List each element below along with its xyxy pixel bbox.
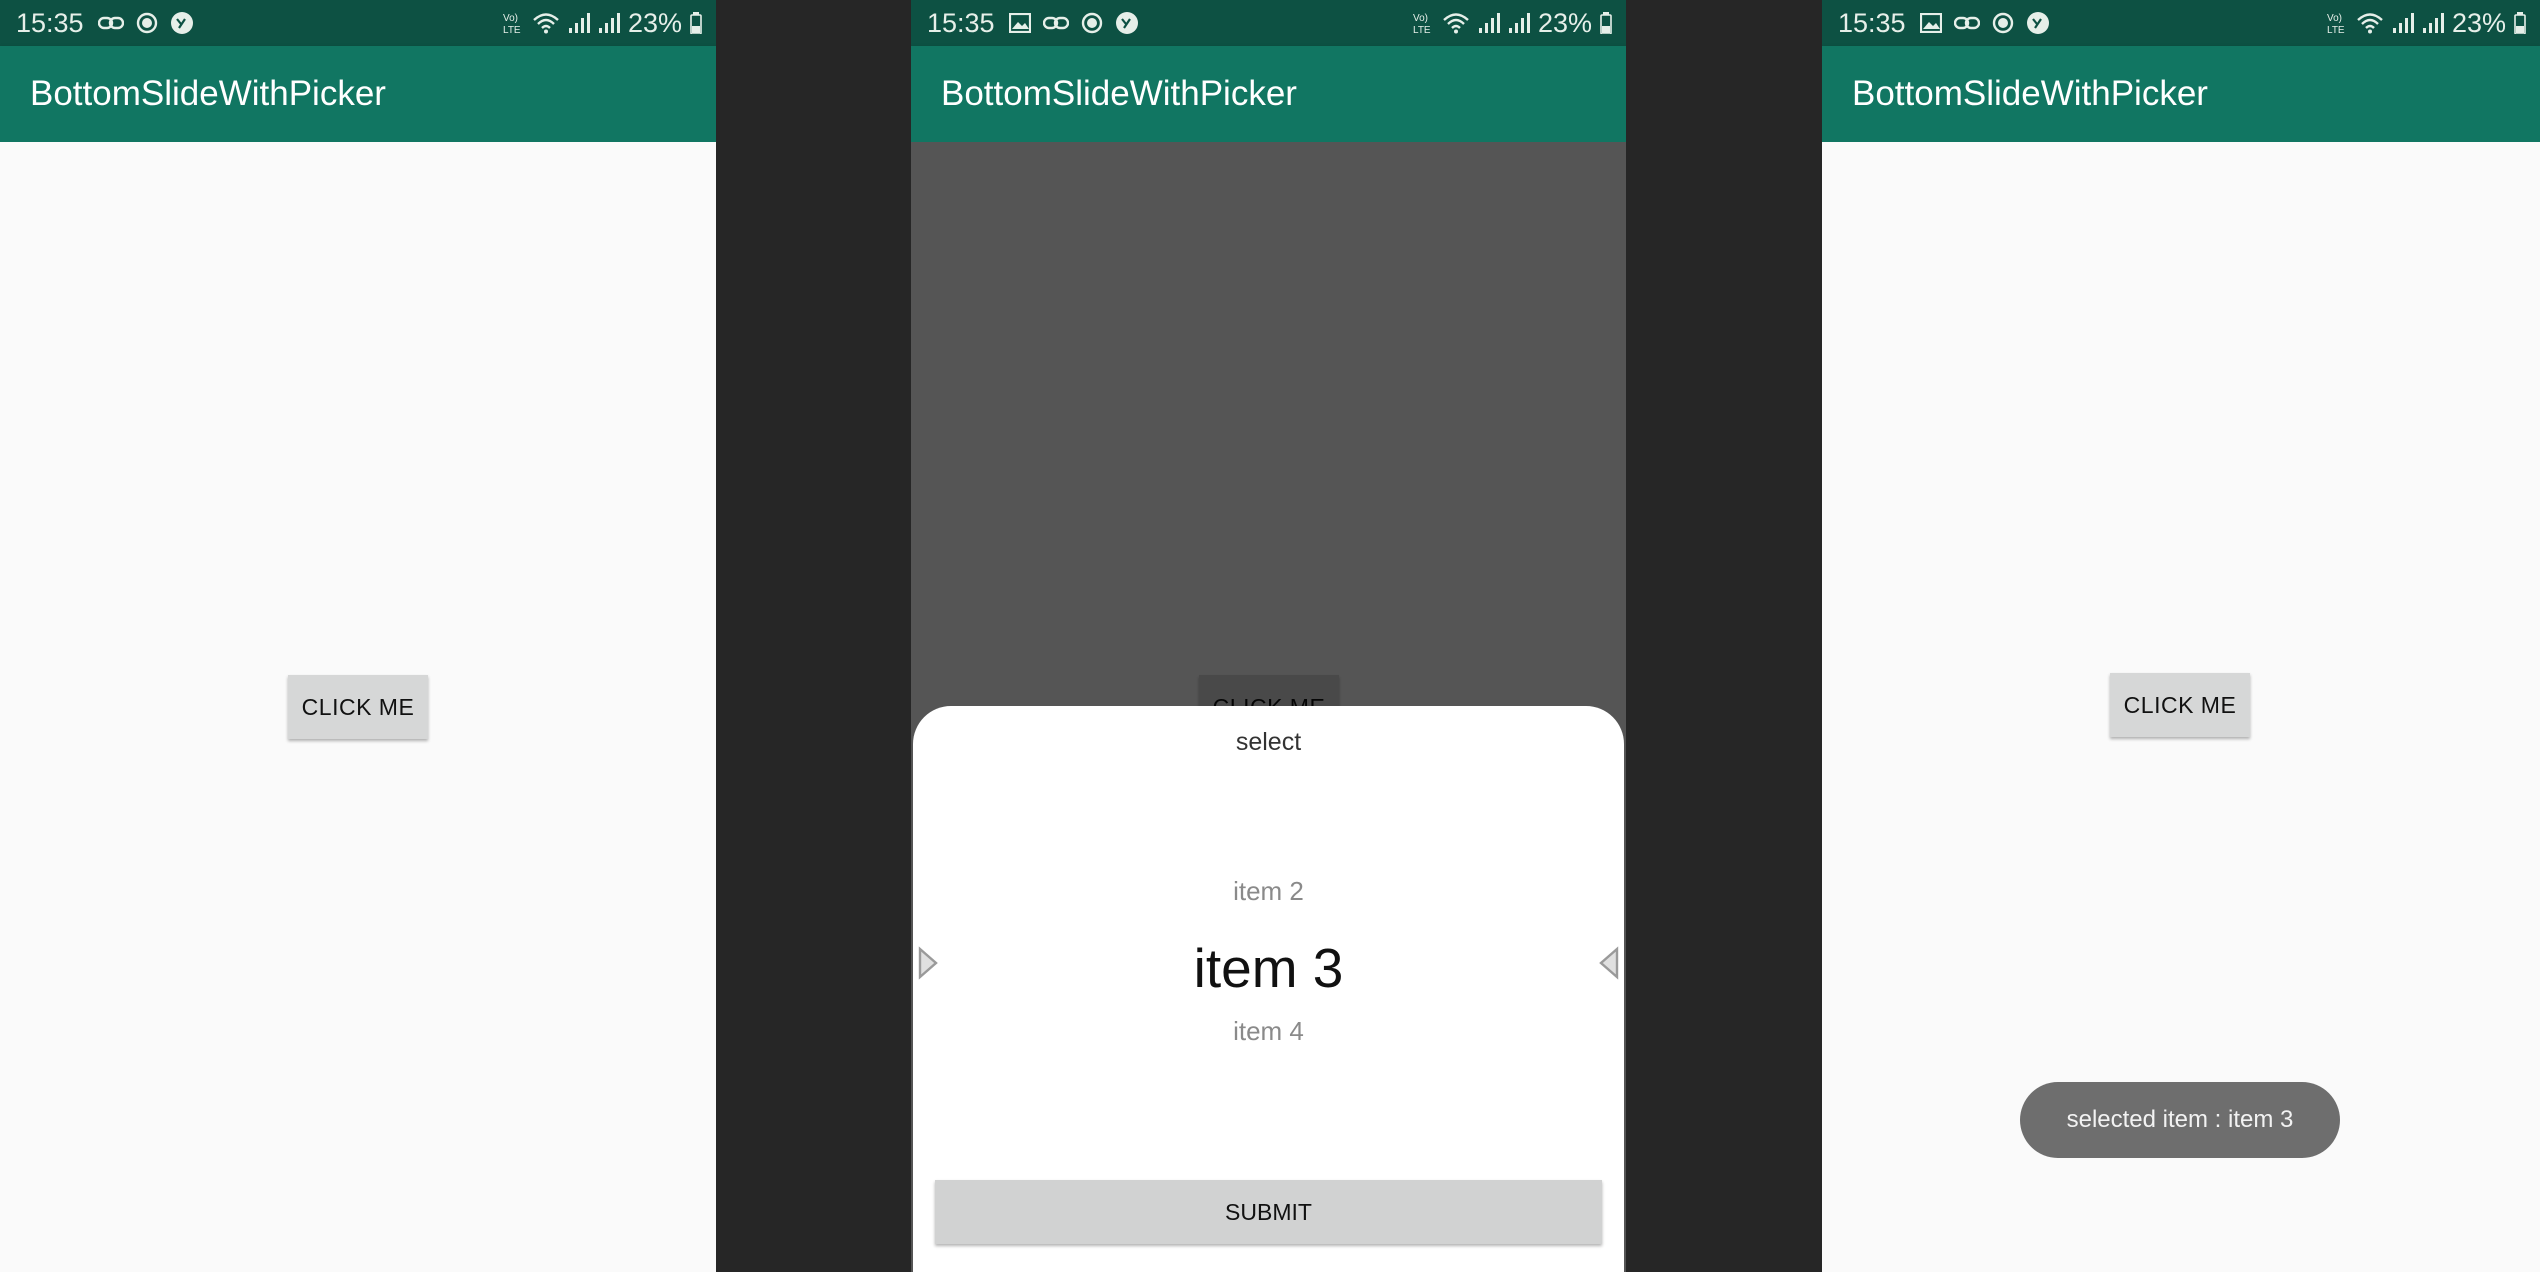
- picker-item-selected[interactable]: item 3: [913, 936, 1624, 1000]
- app-bar: BottomSlideWithPicker: [0, 46, 716, 142]
- wifi-icon: [532, 12, 560, 34]
- screen-bottom-sheet: 15:35 Vo) LTE 23% BottomSlideWithPicker …: [911, 0, 1626, 1272]
- volte-icon: Vo) LTE: [502, 11, 524, 35]
- image-icon: [1008, 13, 1031, 33]
- signal-icon-sim2: [598, 13, 620, 33]
- svg-text:Vo): Vo): [2327, 13, 2342, 24]
- submit-button[interactable]: SUBMIT: [935, 1180, 1602, 1244]
- bottom-sheet: select item 2 item 3 item 4 SUBMIT: [913, 706, 1624, 1272]
- sheet-title: select: [1235, 728, 1302, 756]
- app-title: BottomSlideWithPicker: [1852, 74, 2208, 113]
- link-icon: [1953, 16, 1980, 30]
- main-content: CLICK ME: [0, 142, 716, 1272]
- link-icon: [1042, 16, 1069, 30]
- app-title: BottomSlideWithPicker: [30, 74, 386, 113]
- battery-charging-icon: [1600, 12, 1612, 34]
- status-time: 15:35: [16, 7, 84, 38]
- signal-icon-sim1: [1478, 13, 1500, 33]
- svg-text:LTE: LTE: [503, 25, 521, 35]
- app-notification-icon: [2026, 11, 2050, 35]
- number-picker[interactable]: item 2 item 3 item 4: [913, 856, 1624, 1056]
- signal-icon-sim2: [2422, 13, 2444, 33]
- signal-icon-sim2: [1508, 13, 1530, 33]
- wifi-icon: [2356, 12, 2384, 34]
- svg-text:Vo): Vo): [1413, 13, 1428, 24]
- battery-percent: 23%: [2451, 7, 2506, 38]
- svg-text:LTE: LTE: [2327, 25, 2345, 35]
- volte-icon: Vo) LTE: [2326, 11, 2348, 35]
- app-title: BottomSlideWithPicker: [941, 74, 1297, 113]
- screen-initial: 15:35 Vo) LTE 23% BottomSlideWithPicker …: [0, 0, 716, 1272]
- link-icon: [97, 16, 124, 30]
- status-bar: 15:35 Vo) LTE 23%: [911, 0, 1626, 46]
- signal-icon-sim1: [568, 13, 590, 33]
- toast-message: selected item : item 3: [2020, 1082, 2340, 1158]
- status-bar: 15:35 Vo) LTE 23%: [1822, 0, 2540, 46]
- app-notification-icon: [170, 11, 194, 35]
- click-me-button[interactable]: CLICK ME: [2110, 673, 2250, 737]
- wifi-icon: [1442, 12, 1470, 34]
- signal-icon-sim1: [2392, 13, 2414, 33]
- status-time: 15:35: [1838, 7, 1906, 38]
- app-bar: BottomSlideWithPicker: [1822, 46, 2540, 142]
- app-notification-icon: [1115, 11, 1139, 35]
- svg-text:LTE: LTE: [1413, 25, 1431, 35]
- svg-text:Vo): Vo): [503, 13, 518, 24]
- picker-item-previous[interactable]: item 2: [913, 876, 1624, 907]
- status-bar: 15:35 Vo) LTE 23%: [0, 0, 716, 46]
- picker-item-next[interactable]: item 4: [913, 1016, 1624, 1047]
- app-bar: BottomSlideWithPicker: [911, 46, 1626, 142]
- click-me-button[interactable]: CLICK ME: [288, 675, 428, 739]
- picker-left-arrow-icon: [917, 946, 939, 985]
- battery-charging-icon: [2514, 12, 2526, 34]
- battery-percent: 23%: [1537, 7, 1592, 38]
- record-icon: [1081, 12, 1103, 34]
- status-time: 15:35: [927, 7, 995, 38]
- battery-charging-icon: [690, 12, 702, 34]
- picker-right-arrow-icon: [1598, 946, 1620, 985]
- record-icon: [136, 12, 158, 34]
- image-icon: [1919, 13, 1942, 33]
- battery-percent: 23%: [627, 7, 682, 38]
- volte-icon: Vo) LTE: [1412, 11, 1434, 35]
- screen-result: 15:35 Vo) LTE 23% BottomSlideWithPicker …: [1822, 0, 2540, 1272]
- record-icon: [1992, 12, 2014, 34]
